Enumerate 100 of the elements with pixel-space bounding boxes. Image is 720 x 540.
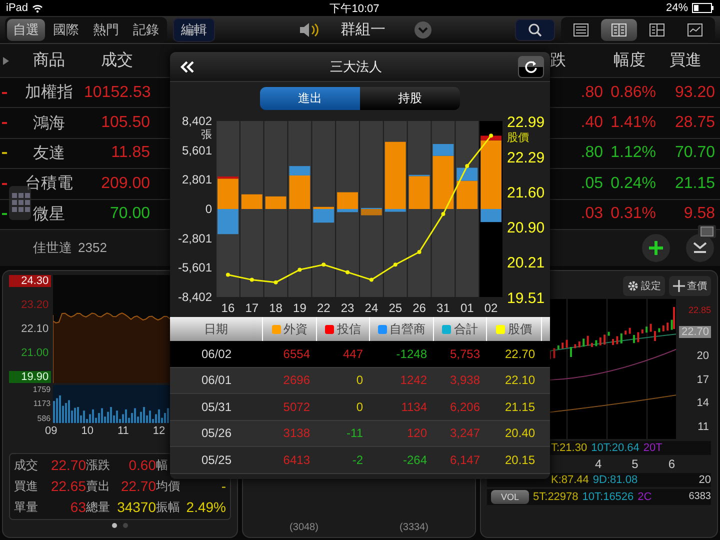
table-cell-text: 20.40 <box>504 426 536 440</box>
table-row[interactable]: 05/25 6413 -2 -264 6,147 20.15 <box>170 447 550 474</box>
axis-tick-label: 8,402 <box>182 114 212 128</box>
stat-label: 成交 <box>14 456 39 474</box>
column-header: 幅度 <box>612 50 646 71</box>
quote-button[interactable]: 查價 <box>669 276 711 296</box>
axis-tick-label: 26 <box>412 301 426 315</box>
axis-tick-label: 22.99 <box>507 114 545 131</box>
category-tab[interactable]: 國際 <box>47 18 85 40</box>
quote-cell-text: .03 <box>580 205 603 224</box>
axis-tick-label: 23 <box>340 301 354 315</box>
quote-cell-text: 28.75 <box>674 114 715 132</box>
stat-label: 單量 <box>14 498 39 516</box>
time-label: 12 <box>152 424 166 437</box>
table-row[interactable]: 06/01 2696 0 1242 3,938 22.10 <box>170 368 550 394</box>
stock-name[interactable]: 鴻海 <box>33 112 65 134</box>
table-cell-text: 3,247 <box>448 426 481 440</box>
settings-button[interactable]: 設定 <box>623 276 665 296</box>
axis-tick-label: 17 <box>245 301 259 315</box>
axis-tick-label: 20 <box>696 350 710 362</box>
volume-level-label: 1173 <box>33 399 51 408</box>
axis-tick-label: 20 <box>698 474 711 486</box>
stock-name[interactable]: 友達 <box>33 142 65 164</box>
table-cell-text: 3138 <box>282 426 311 440</box>
quote-cell-text: 1.41% <box>610 114 656 132</box>
table-cell-text: 22.10 <box>504 373 536 388</box>
price-level-label: 22.10 <box>20 322 50 335</box>
stat-value: 0.60 <box>128 456 156 474</box>
axis-tick-label: 21.60 <box>507 184 545 202</box>
table-cell-text: 05/31 <box>200 400 233 414</box>
moving-average-value: T:21.30 <box>551 442 588 454</box>
quote-cell-text: 21.15 <box>674 174 715 193</box>
point <box>417 250 422 254</box>
table-cell-text: -11 <box>346 426 364 440</box>
category-tab[interactable]: 記錄 <box>127 18 165 40</box>
group-title: 群組一 <box>340 20 386 39</box>
category-tab[interactable]: 熱門 <box>87 18 125 40</box>
stat-value: 2.49% <box>185 498 226 516</box>
table-cell-text: 6554 <box>282 346 311 361</box>
clock-time: 下午10:07 <box>330 2 380 16</box>
axis-tick-label: 17 <box>696 374 710 386</box>
column-header: 成交 <box>100 50 134 71</box>
axis-unit-label: 張 <box>201 129 212 141</box>
axis-tick-label: 24 <box>364 301 378 315</box>
table-cell-text: 0 <box>355 400 364 414</box>
point <box>274 280 278 284</box>
quote-cell-text: 0.86% <box>610 84 656 102</box>
volume-average-value: 10T:16526 <box>582 490 634 503</box>
stat-value: 22.70 <box>50 456 86 474</box>
segment-tab[interactable]: 持股 <box>360 87 460 110</box>
price-level-label: 21.00 <box>20 346 50 359</box>
table-cell-text: -2 <box>351 452 364 467</box>
segment-tab[interactable]: 進出 <box>260 87 360 110</box>
stock-name: 佳世達 <box>33 238 72 257</box>
volume-button[interactable]: VOL <box>491 490 530 504</box>
price-cell-text: 105.50 <box>100 114 150 132</box>
stock-name[interactable]: 微星 <box>33 204 65 225</box>
table-cell-text: 0 <box>355 373 364 388</box>
axis-tick-label: 22.29 <box>507 149 545 166</box>
quote-cell-text: 0.24% <box>610 174 656 193</box>
table-row[interactable]: 05/26 3138 -11 120 3,247 20.40 <box>170 420 550 447</box>
stock-code: 2352 <box>78 240 107 256</box>
category-tab[interactable]: 自選 <box>7 18 45 40</box>
stock-name[interactable]: 台積電 <box>25 173 73 194</box>
table-row[interactable]: 05/31 5072 0 1134 6,206 21.15 <box>170 394 550 420</box>
price-level-label: 23.20 <box>20 298 50 311</box>
edit-button[interactable]: 編輯 <box>173 18 215 42</box>
column-header: 商品 <box>32 50 66 71</box>
volume-value: (3334) <box>400 522 428 533</box>
high-price-label: 22.85 <box>688 304 711 315</box>
point <box>441 212 446 216</box>
volume-value: (3048) <box>290 522 318 533</box>
table-cell-text: 6413 <box>282 452 311 467</box>
table-cell-text: 1242 <box>399 373 428 388</box>
point <box>346 270 350 274</box>
quote-cell-text: .40 <box>580 114 603 132</box>
table-cell-text: 06/01 <box>200 373 233 388</box>
axis-tick-label: 5 <box>632 456 638 471</box>
axis-tick-label: 02 <box>484 301 498 315</box>
axis-tick-label: 31 <box>436 301 450 315</box>
axis-tick-label: 11 <box>696 421 710 434</box>
table-cell-text: 6,147 <box>448 452 481 467</box>
table-row[interactable]: 06/02 6554 447 -1248 5,753 22.70 <box>170 341 550 368</box>
axis-tick-label: 6383 <box>688 491 711 502</box>
quote-cell-text: 9.58 <box>682 205 715 224</box>
time-label: 10 <box>81 424 94 437</box>
price-cell-text: 70.00 <box>108 205 150 224</box>
table-cell-text: 6,206 <box>448 400 481 414</box>
table-cell-text: 05/26 <box>200 426 233 440</box>
axis-tick-label: 4 <box>594 456 602 471</box>
stock-name[interactable]: 加權指 <box>25 82 73 104</box>
axis-tick-label: -8,402 <box>178 290 212 304</box>
point <box>250 278 254 282</box>
axis-tick-label: 2,801 <box>182 172 212 187</box>
column-header: 買進 <box>668 51 702 71</box>
axis-unit-label: 股價 <box>507 132 529 144</box>
stat-label: 總量 <box>86 498 111 516</box>
indicator-value: K:87.44 <box>551 474 589 486</box>
table-cell-text: 22.70 <box>504 346 536 361</box>
stat-label: 均價 <box>156 478 181 495</box>
